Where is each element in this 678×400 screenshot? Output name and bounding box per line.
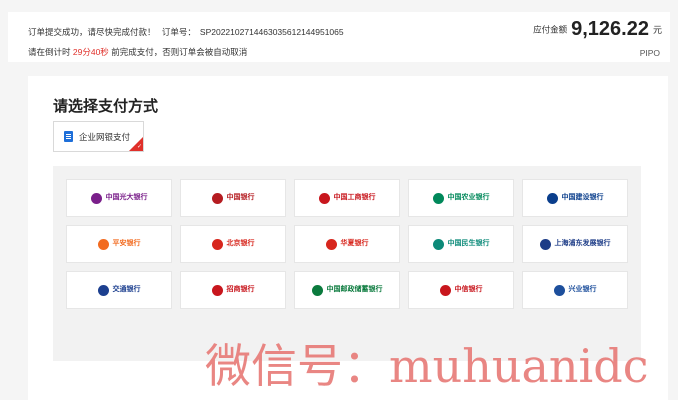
bank-name: 中国邮政储蓄银行: [326, 286, 383, 294]
document-icon: [64, 131, 73, 142]
bank-option[interactable]: 北京银行: [180, 225, 286, 263]
amount-due-label: 应付金额: [533, 24, 568, 35]
bank-logo-icon: [439, 284, 451, 296]
bank-logo-icon: [211, 192, 223, 204]
bank-name: 交通银行: [112, 286, 141, 294]
bank-logo-icon: [90, 192, 102, 204]
countdown-prefix: 请在倒计时: [28, 47, 71, 57]
bank-name: 中国建设银行: [561, 194, 604, 202]
bank-option[interactable]: 中国光大银行: [66, 179, 172, 217]
bank-option[interactable]: 兴业银行: [522, 271, 628, 309]
bank-option[interactable]: 中国民生银行: [408, 225, 514, 263]
check-icon: ✓: [136, 144, 142, 150]
bank-logo-icon: [325, 238, 337, 250]
bank-name: 招商银行: [226, 286, 255, 294]
bank-option[interactable]: 中国建设银行: [522, 179, 628, 217]
bank-option[interactable]: 平安银行: [66, 225, 172, 263]
amount-due: 应付金额 9,126.22 元: [533, 18, 662, 41]
bank-name: 华夏银行: [340, 240, 369, 248]
bank-logo-icon: [211, 284, 223, 296]
bank-name: 中国银行: [226, 194, 255, 202]
countdown-timer: 29分40秒: [72, 47, 109, 57]
countdown-suffix: 前完成支付，否则订单会被自动取消: [111, 47, 248, 57]
bank-option[interactable]: 招商银行: [180, 271, 286, 309]
bank-name: 中信银行: [454, 286, 483, 294]
bank-logo-icon: [432, 238, 444, 250]
bank-logo-icon: [97, 238, 109, 250]
countdown-line: 请在倒计时 29分40秒 前完成支付，否则订单会被自动取消: [28, 46, 247, 58]
bank-name: 北京银行: [226, 240, 255, 248]
amount-due-unit: 元: [652, 25, 662, 35]
bank-name: 兴业银行: [568, 286, 597, 294]
order-summary-bar: 订单提交成功，请尽快完成付款！ 订单号： SP202210271446303561…: [8, 12, 670, 62]
bank-name: 中国民生银行: [447, 240, 490, 248]
bank-name: 上海浦东发展银行: [554, 240, 611, 248]
bank-grid: 中国光大银行 中国银行 中国工商银行 中国农业银行 中国建设银行平安银行 北京银行 华夏银行…: [66, 179, 629, 309]
currency-code: PIPO: [639, 48, 660, 58]
watermark-text: 微信号：muhuanidc: [205, 339, 649, 393]
bank-name: 中国农业银行: [447, 194, 490, 202]
bank-logo-icon: [546, 192, 558, 204]
payment-method-title: 请选择支付方式: [53, 98, 159, 115]
bank-name: 平安银行: [112, 240, 141, 248]
bank-logo-icon: [211, 238, 223, 250]
tab-label: 企业网银支付: [79, 131, 131, 142]
bank-name: 中国光大银行: [105, 194, 148, 202]
order-number-label: 订单号：: [161, 27, 196, 37]
bank-name: 中国工商银行: [333, 194, 376, 202]
bank-option[interactable]: 华夏银行: [294, 225, 400, 263]
bank-option[interactable]: 交通银行: [66, 271, 172, 309]
bank-logo-icon: [318, 192, 330, 204]
bank-logo-icon: [97, 284, 109, 296]
bank-option[interactable]: 中国银行: [180, 179, 286, 217]
bank-logo-icon: [553, 284, 565, 296]
bank-logo-icon: [311, 284, 323, 296]
bank-option[interactable]: 中信银行: [408, 271, 514, 309]
amount-due-value: 9,126.22: [571, 18, 649, 40]
order-submitted-line: 订单提交成功，请尽快完成付款！ 订单号： SP202210271446303561…: [28, 26, 348, 38]
bank-logo-icon: [432, 192, 444, 204]
enterprise-bank-pay-tab[interactable]: 企业网银支付 ✓: [53, 121, 144, 152]
order-success-text: 订单提交成功，请尽快完成付款！: [28, 27, 156, 37]
bank-logo-icon: [539, 238, 551, 250]
order-number: SP20221027144630356121449510​65: [199, 27, 344, 37]
bank-option[interactable]: 上海浦东发展银行: [522, 225, 628, 263]
bank-option[interactable]: 中国邮政储蓄银行: [294, 271, 400, 309]
bank-option[interactable]: 中国农业银行: [408, 179, 514, 217]
bank-option[interactable]: 中国工商银行: [294, 179, 400, 217]
